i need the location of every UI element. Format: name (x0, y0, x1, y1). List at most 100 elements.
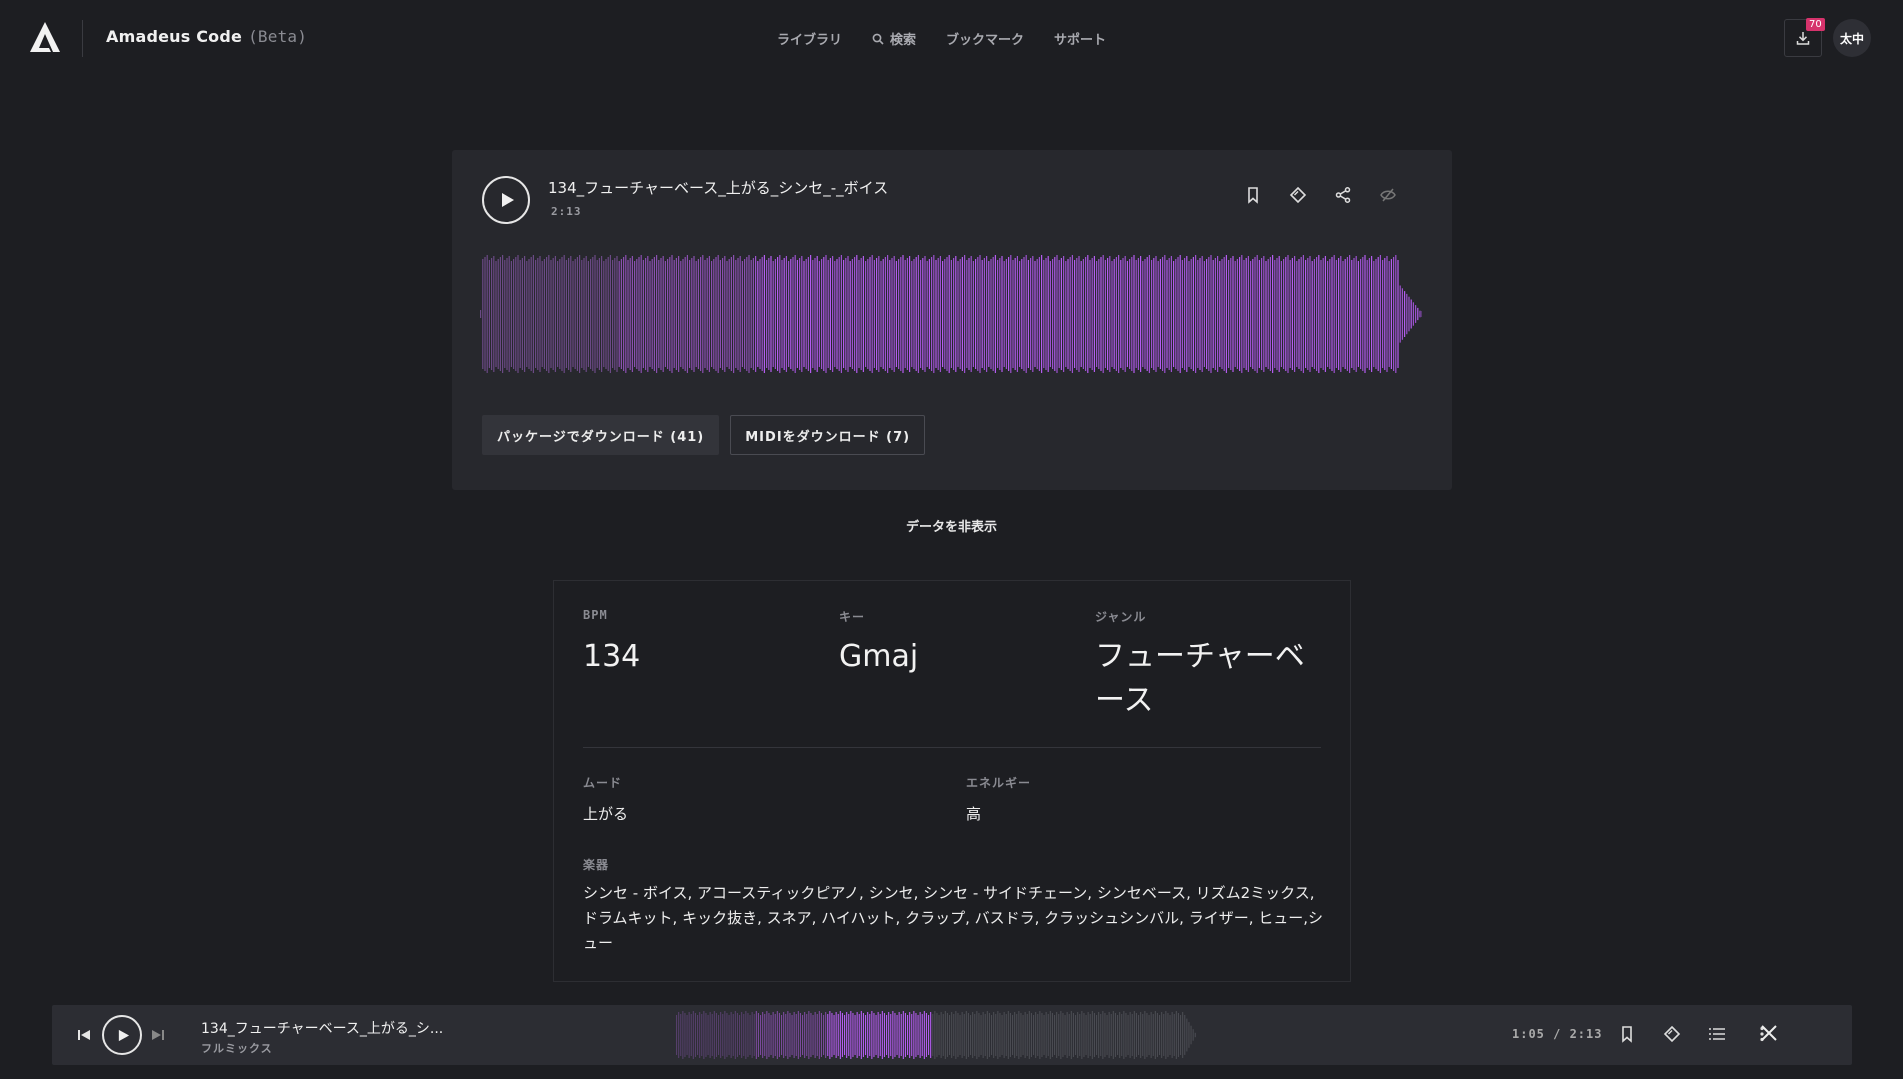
waveform-bar (1203, 261, 1205, 367)
share-button[interactable] (1332, 184, 1353, 205)
player-waveform-bar (1049, 1011, 1051, 1059)
player-waveform-bar (919, 1012, 921, 1058)
player-waveform-bar (701, 1014, 703, 1056)
player-waveform-bar (1133, 1011, 1135, 1059)
waveform-bar (741, 261, 743, 367)
waveform-bar (1054, 257, 1056, 371)
player-waveform-bar (709, 1012, 711, 1058)
bookmark-button[interactable] (1242, 184, 1263, 205)
app-title-text: Amadeus Code (106, 27, 243, 46)
nav-library[interactable]: ライブラリ (777, 29, 842, 48)
waveform-bar (761, 257, 763, 371)
player-queue-button[interactable] (1707, 1023, 1726, 1045)
waveform-bar (992, 257, 994, 371)
waveform-bar (1289, 260, 1291, 368)
app-title: Amadeus Code (Beta) (106, 27, 307, 46)
waveform-bar (794, 255, 796, 373)
player-waveform-bar (774, 1014, 776, 1056)
player-waveform-bar (1045, 1012, 1047, 1058)
waveform-bar (810, 255, 812, 373)
player-waveform-bar (1110, 1014, 1112, 1056)
waveform-bar (1036, 259, 1038, 369)
waveform-bar (1335, 260, 1337, 368)
player-variation-button[interactable] (1662, 1023, 1681, 1045)
player-waveform-bar (806, 1014, 808, 1056)
player-waveform-bar (764, 1014, 766, 1056)
player-waveform-bar (831, 1013, 833, 1057)
player-waveform-bar (678, 1012, 680, 1058)
nav-bookmarks[interactable]: ブックマーク (946, 29, 1024, 48)
player-waveform-bar (741, 1012, 743, 1058)
close-icon[interactable] (1758, 1022, 1780, 1044)
waveform-bar (1122, 258, 1124, 370)
avatar[interactable]: 太中 (1833, 19, 1871, 57)
waveform-bar (488, 260, 490, 368)
hide-data-toggle[interactable]: データを非表示 (0, 516, 1903, 535)
waveform-bar (1041, 255, 1043, 373)
waveform-bar (990, 259, 992, 369)
waveform-bar (917, 255, 919, 373)
waveform-bar (612, 260, 614, 368)
logo-icon[interactable] (28, 20, 62, 54)
waveform-bar (1247, 256, 1249, 372)
variation-button[interactable] (1287, 184, 1308, 205)
waveform-bar (669, 257, 671, 371)
package-download-button[interactable]: パッケージでダウンロード (41) (482, 415, 720, 455)
player-waveform-bar (747, 1013, 749, 1057)
share-icon (1335, 186, 1350, 203)
waveform-bar (519, 260, 521, 368)
waveform-bar (1217, 256, 1219, 372)
player-waveform-bar (676, 1015, 678, 1055)
waveform-bar (763, 255, 765, 373)
waveform-bar (700, 257, 702, 371)
previous-track-icon[interactable] (76, 1027, 92, 1043)
waveform-bar (935, 260, 937, 368)
waveform-bar (1212, 260, 1214, 368)
next-track-icon[interactable] (150, 1027, 166, 1043)
player-waveform-bar (940, 1012, 942, 1058)
hide-button[interactable] (1377, 184, 1398, 205)
waveform-bar (1034, 261, 1036, 367)
player-waveform-bar (1018, 1011, 1020, 1059)
player-waveform-bar (1014, 1012, 1016, 1058)
waveform-bar (656, 255, 658, 373)
nav-search[interactable]: 検索 (872, 29, 916, 48)
player-waveform-bar (951, 1012, 953, 1058)
midi-download-button[interactable]: MIDIをダウンロード (7) (730, 415, 926, 455)
player-waveform-bar (1173, 1014, 1175, 1056)
player-waveform-bar (1127, 1015, 1129, 1055)
player-play-button[interactable] (102, 1015, 142, 1055)
key-value: Gmaj (839, 639, 919, 674)
waveform-bar (651, 259, 653, 369)
player-waveform-bar (1152, 1014, 1154, 1056)
waveform-bar (1404, 291, 1406, 337)
player-waveform-bar (686, 1015, 688, 1055)
player-waveform-bar (795, 1014, 797, 1056)
waveform-bar (686, 255, 688, 373)
nav-support[interactable]: サポート (1054, 29, 1106, 48)
track-waveform[interactable] (480, 252, 1422, 376)
waveform-bar (1137, 258, 1139, 370)
waveform-bar (928, 259, 930, 369)
downloads-button[interactable]: 70 (1784, 18, 1825, 57)
waveform-bar (1269, 257, 1271, 371)
waveform-bar (1377, 257, 1379, 371)
player-waveform-bar (766, 1011, 768, 1059)
waveform-bar (1327, 261, 1329, 367)
player-waveform-bar (946, 1013, 948, 1057)
track-play-button[interactable] (482, 176, 530, 224)
player-waveform-bar (776, 1011, 778, 1059)
player-waveform-bar (858, 1014, 860, 1056)
waveform-bar (1401, 288, 1403, 340)
waveform-bar (653, 257, 655, 371)
player-waveform-bar (1009, 1013, 1011, 1057)
player-waveform-bar (913, 1011, 915, 1059)
waveform-bar (647, 256, 649, 372)
player-waveform[interactable] (676, 1009, 1196, 1061)
bookmark-icon (1621, 1026, 1632, 1043)
player-waveform-bar (1041, 1013, 1043, 1057)
player-waveform-bar (921, 1014, 923, 1056)
download-icon (1796, 32, 1810, 45)
player-bookmark-button[interactable] (1617, 1023, 1636, 1045)
player-waveform-bar (1005, 1014, 1007, 1056)
